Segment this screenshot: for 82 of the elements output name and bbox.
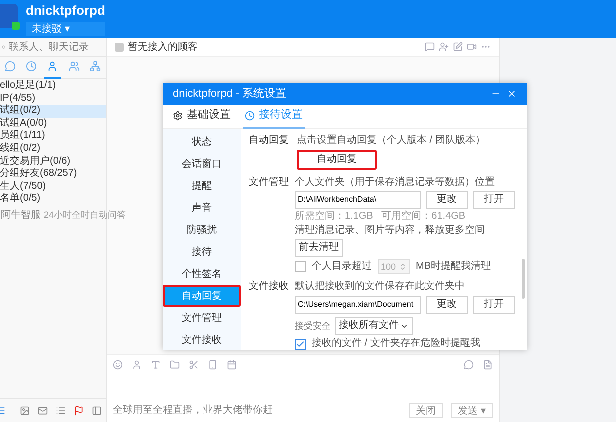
list-icon[interactable] — [56, 406, 66, 416]
security-dropdown[interactable]: 接收所有文件 — [335, 317, 413, 335]
phone-icon[interactable] — [208, 360, 218, 370]
settings-nav-item[interactable]: 防骚扰 — [163, 219, 241, 241]
settings-tab[interactable]: 基础设置 — [171, 104, 233, 128]
space-info: 所需空间：1.1GB 可用空间：61.4GB — [295, 211, 467, 223]
video-icon[interactable] — [467, 42, 477, 52]
search-field[interactable]: 联系人、聊天记录 — [0, 38, 106, 57]
dialog-button[interactable]: 更改 — [426, 296, 468, 314]
user-icon — [47, 61, 58, 72]
avatar-icon[interactable] — [0, 4, 18, 28]
account-name: dnicktpforpd — [26, 2, 106, 20]
settings-nav-item[interactable]: 接待 — [163, 241, 241, 263]
user-icon[interactable] — [132, 360, 142, 370]
security-label: 接受安全 — [295, 320, 331, 332]
flag-icon[interactable] — [74, 406, 84, 416]
settings-nav-item[interactable]: 状态 — [163, 131, 241, 153]
limit-unit: MB时提醒我清理 — [416, 260, 491, 272]
settings-nav-item[interactable]: 提醒 — [163, 175, 241, 197]
contact-group[interactable]: ello足足(1/1) — [0, 80, 106, 93]
section-label: 文件管理 — [249, 177, 289, 190]
receive-path-field[interactable]: C:\Users\megan.xiam\Document — [295, 296, 421, 314]
folder-icon[interactable] — [170, 360, 180, 370]
dialog-button[interactable]: 打开 — [473, 191, 515, 209]
edit-icon[interactable] — [453, 42, 463, 52]
image-icon[interactable] — [20, 406, 30, 416]
mail-icon[interactable] — [38, 406, 48, 416]
clock-icon — [26, 61, 38, 72]
settings-icon — [173, 110, 183, 120]
contact-group[interactable]: 名单(0/5) — [0, 193, 106, 206]
dialog-button[interactable]: 前去清理 — [295, 239, 343, 257]
contact-group[interactable]: 试组A(0/0) — [0, 118, 106, 130]
bot-description: 24小时全时自动问答 — [44, 210, 126, 222]
contact-group[interactable]: 线组(0/2) — [0, 142, 106, 156]
checkbox-label: 接收的文件 / 文件夹存在危险时提醒我 — [312, 338, 480, 350]
settings-nav-item[interactable]: 文件管理 — [163, 307, 241, 329]
document-icon[interactable] — [483, 360, 493, 370]
font-icon[interactable] — [151, 360, 161, 370]
contact-group[interactable]: 生人(7/50) — [0, 180, 106, 194]
auto-reply-button[interactable]: 自动回复 — [297, 150, 377, 170]
emoji-icon[interactable] — [113, 360, 123, 370]
scrollbar-thumb[interactable] — [522, 259, 525, 299]
cleanup-hint: 清理消息记录、图片等内容，释放更多空间 — [295, 225, 486, 237]
scissors-icon[interactable] — [189, 360, 199, 370]
chat-button[interactable]: 发送 ▾ — [451, 403, 493, 418]
settings-nav-item[interactable]: 个性签名 — [163, 263, 241, 285]
spinner-icon[interactable] — [399, 262, 407, 270]
dialog-button[interactable]: 更改 — [426, 191, 468, 209]
chat-icon[interactable] — [425, 42, 435, 52]
panel-icon[interactable] — [92, 406, 102, 416]
settings-nav-item[interactable]: 声音 — [163, 197, 241, 219]
message-input[interactable]: 全球用至全程直播，业界大佬带你赶 — [113, 403, 402, 418]
contact-group[interactable]: IP(4/55) — [0, 92, 106, 106]
chat-title: 暂无接入的顾客 — [128, 40, 198, 54]
section-hint: 默认把接收到的文件保存在此文件夹中 — [295, 281, 466, 293]
section-label: 自动回复 — [249, 135, 289, 148]
dialog-title: dnicktpforpd - 系统设置 — [173, 86, 287, 102]
contact-group[interactable]: 员组(1/11) — [0, 130, 106, 143]
folder-path-field[interactable]: D:\AliWorkbenchData\ — [295, 191, 421, 209]
calendar-icon[interactable] — [227, 360, 237, 370]
customer-icon — [115, 42, 124, 52]
section-hint: 点击设置自动回复（个人版本 / 团队版本） — [297, 135, 486, 147]
close-icon[interactable] — [507, 89, 517, 99]
online-badge-icon — [12, 22, 20, 30]
dialog-button[interactable]: 打开 — [473, 296, 515, 314]
add-user-icon[interactable] — [439, 42, 449, 52]
chat-button[interactable]: 关闭 — [409, 403, 444, 418]
section-label: 文件接收 — [249, 281, 289, 294]
checkbox[interactable] — [295, 338, 306, 350]
contact-group[interactable]: 试组(0/2) — [0, 105, 106, 118]
checkbox[interactable] — [295, 261, 306, 272]
contact-group[interactable]: 分组好友(68/257) — [0, 168, 106, 181]
contact-group[interactable]: 近交易用户(0/6) — [0, 156, 106, 168]
clock-icon — [245, 110, 255, 120]
org-icon — [90, 61, 101, 72]
section-hint: 个人文件夹（用于保存消息记录等数据）位置 — [295, 177, 496, 189]
settings-nav-item[interactable]: 文件接收 — [163, 329, 241, 351]
chat-icon — [5, 61, 16, 72]
comment-icon[interactable] — [464, 360, 474, 370]
settings-nav-item[interactable]: 会话窗口 — [163, 153, 241, 175]
checkbox-label: 个人目录超过 — [312, 260, 372, 272]
group-icon — [68, 61, 80, 72]
